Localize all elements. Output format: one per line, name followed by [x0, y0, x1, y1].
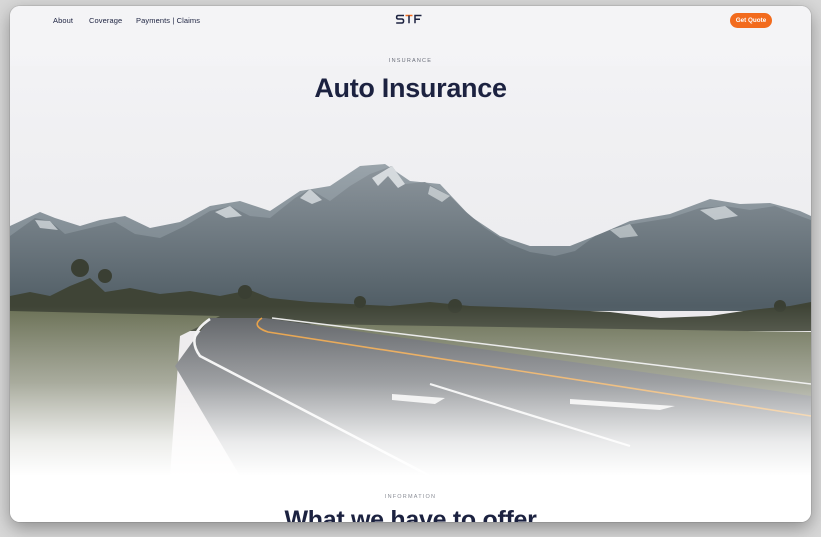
info-eyebrow: INFORMATION — [384, 494, 437, 500]
top-navigation: About Coverage Payments | Claims Get Quo… — [10, 6, 811, 42]
section-title: What we have to offer — [284, 506, 537, 522]
nav-link-payments-claims[interactable]: Payments | Claims — [136, 16, 200, 25]
browser-frame: About Coverage Payments | Claims Get Quo… — [10, 6, 811, 522]
nav-link-coverage[interactable]: Coverage — [89, 16, 122, 25]
nav-link-about[interactable]: About — [53, 16, 73, 25]
get-quote-button[interactable]: Get Quote — [730, 13, 772, 28]
information-section: INFORMATION What we have to offer — [10, 476, 811, 522]
hero-section: About Coverage Payments | Claims Get Quo… — [10, 6, 811, 476]
page-title: Auto Insurance — [314, 73, 507, 103]
stf-logo[interactable] — [395, 13, 423, 29]
hero-eyebrow: INSURANCE — [388, 58, 433, 64]
